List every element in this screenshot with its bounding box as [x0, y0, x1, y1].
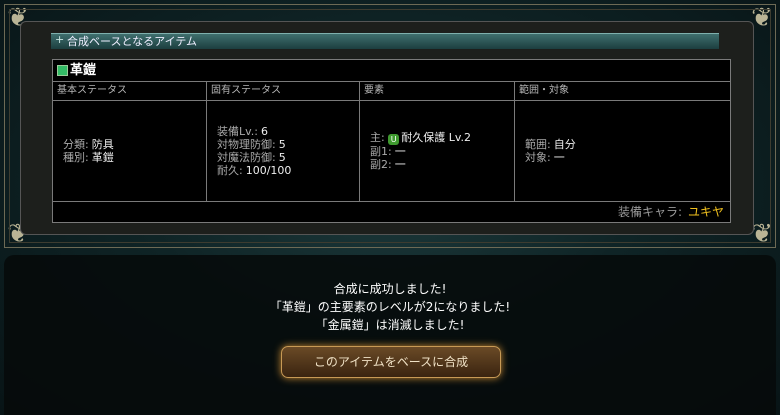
result-dialog [4, 255, 776, 415]
equip-character-label: 装備キャラ: [617, 205, 682, 219]
panel-title-bar: + 合成ベースとなるアイテム [51, 33, 719, 49]
item-detail-box: i革鎧 基本ステータス 分類:防具 種別:革鎧 固有ステータス 装備Lv.:6 … [52, 59, 731, 223]
unique-status-header: 固有ステータス [207, 82, 359, 101]
target-row: 対象: 一 [525, 151, 565, 164]
kind-row: 種別: 革鎧 [63, 151, 114, 164]
range-column: 範囲・対象 範囲: 自分 対象: 一 [515, 82, 730, 201]
item-type-icon: i [57, 65, 68, 76]
element-u-icon: U [388, 134, 400, 145]
equip-level-row: 装備Lv.: 6 [217, 125, 268, 138]
durability-row: 耐久: 100/100 [217, 164, 292, 177]
item-name: i革鎧 [57, 62, 96, 80]
element-header: 要素 [360, 82, 514, 101]
sub1-element-row: 副1: 一 [370, 145, 406, 158]
basic-status-column: 基本ステータス 分類: 防具 種別: 革鎧 [53, 82, 207, 201]
item-status-columns: 基本ステータス 分類: 防具 種別: 革鎧 固有ステータス 装備Lv.: 6 対物理防… [53, 81, 730, 202]
equip-character-value: ユキヤ [687, 205, 724, 219]
unique-status-column: 固有ステータス 装備Lv.: 6 対物理防御: 5 対魔法防御: 5 耐久: 100/1… [207, 82, 360, 201]
basic-status-header: 基本ステータス [53, 82, 206, 101]
consumed-message: 「金属鎧」は消滅しました! [315, 318, 465, 332]
item-name-text: 革鎧 [70, 63, 97, 78]
range-header: 範囲・対象 [515, 82, 730, 101]
level-up-message: 「革鎧」の主要素のレベルが2になりました! [269, 300, 511, 314]
sub2-element-row: 副2: 一 [370, 158, 406, 171]
magic-defense-row: 対魔法防御: 5 [217, 151, 286, 164]
panel-title: 合成ベースとなるアイテム [67, 35, 198, 48]
range-row: 範囲: 自分 [525, 138, 576, 151]
physical-defense-row: 対物理防御: 5 [217, 138, 286, 151]
synthesize-with-base-button[interactable]: このアイテムをベースに合成 [281, 346, 501, 378]
base-item-panel: + 合成ベースとなるアイテム i革鎧 基本ステータス 分類:防具 種別:革鎧 固… [20, 21, 754, 235]
category-row: 分類: 防具 [63, 138, 114, 151]
main-element-row: 主: U 耐久保護 Lv.2 [370, 131, 471, 145]
success-message: 合成に成功しました! [333, 282, 447, 296]
element-column: 要素 主: U 耐久保護 Lv.2 副1: 一 副2: 一 [360, 82, 515, 201]
equip-character: 装備キャラ: ユキヤ [618, 203, 724, 220]
plus-icon: + [55, 33, 65, 46]
